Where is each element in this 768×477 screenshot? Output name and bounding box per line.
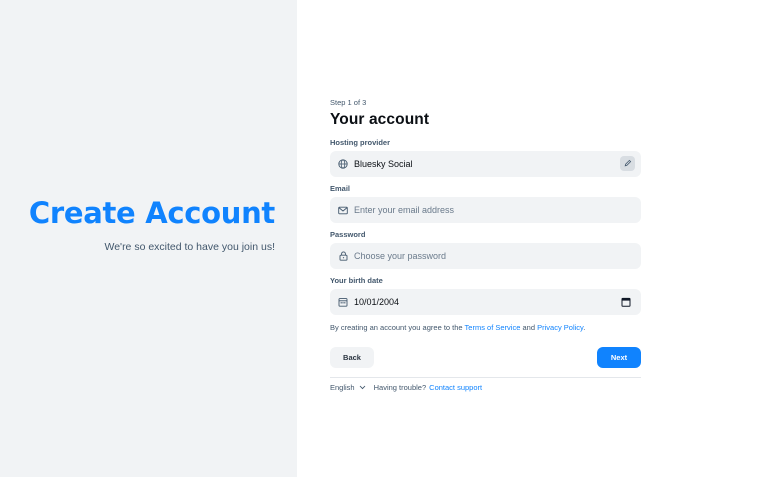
envelope-icon — [338, 205, 348, 215]
footer-divider — [330, 377, 641, 378]
password-input[interactable] — [354, 251, 604, 261]
email-input[interactable] — [354, 205, 604, 215]
terms-notice: By creating an account you agree to the … — [330, 323, 641, 332]
hosting-provider-value: Bluesky Social — [354, 159, 413, 169]
calendar-icon — [338, 297, 348, 307]
lock-icon — [338, 251, 348, 261]
terms-prefix: By creating an account you agree to the — [330, 323, 463, 332]
terms-and: and — [522, 323, 536, 332]
signup-form: Step 1 of 3 Your account Hosting provide… — [330, 96, 641, 392]
trouble-text: Having trouble? — [373, 383, 427, 392]
language-selector[interactable]: English — [330, 383, 366, 392]
terms-of-service-link[interactable]: Terms of Service — [465, 323, 521, 332]
edit-hosting-button[interactable] — [620, 156, 635, 171]
password-field[interactable] — [330, 243, 641, 269]
calendar-picker-icon[interactable] — [621, 297, 631, 307]
terms-suffix: . — [583, 323, 586, 332]
contact-support-link[interactable]: Contact support — [429, 383, 482, 392]
back-button[interactable]: Back — [330, 347, 374, 368]
next-button[interactable]: Next — [597, 347, 641, 368]
email-label: Email — [330, 184, 351, 193]
welcome-subtitle: We're so excited to have you join us! — [104, 241, 276, 253]
pencil-icon — [624, 159, 632, 169]
birth-date-value: 10/01/2004 — [354, 297, 400, 307]
left-panel: Create Account We're so excited to have … — [0, 0, 297, 477]
birth-date-label: Your birth date — [330, 276, 383, 285]
chevron-down-icon — [359, 385, 366, 390]
privacy-policy-link[interactable]: Privacy Policy — [537, 323, 583, 332]
step-indicator: Step 1 of 3 — [330, 98, 367, 107]
birth-date-field[interactable]: 10/01/2004 — [330, 289, 641, 315]
create-account-heading: Create Account — [28, 196, 275, 230]
hosting-label: Hosting provider — [330, 138, 391, 147]
hosting-provider-field[interactable]: Bluesky Social — [330, 151, 641, 177]
email-field[interactable] — [330, 197, 641, 223]
form-title: Your account — [330, 111, 430, 128]
footer-bar: English Having trouble? Contact support — [330, 383, 482, 392]
globe-icon — [338, 159, 348, 169]
password-label: Password — [330, 230, 366, 239]
language-label: English — [330, 383, 355, 392]
